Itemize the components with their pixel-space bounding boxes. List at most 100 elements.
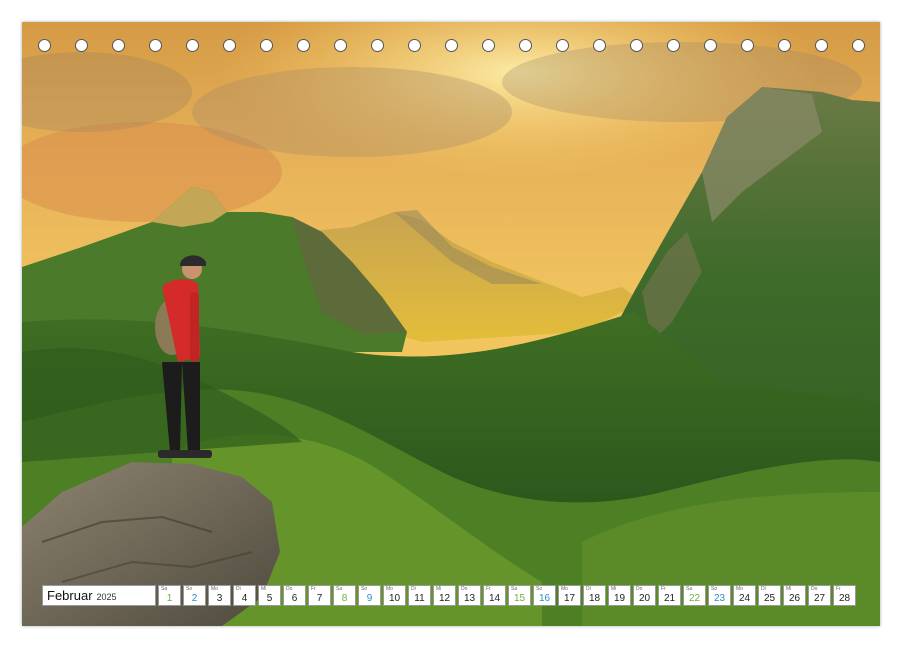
day-number: 2 bbox=[191, 593, 198, 604]
day-number: 20 bbox=[638, 593, 651, 604]
day-number: 11 bbox=[414, 593, 425, 604]
weekday-label: Sa bbox=[511, 586, 518, 592]
day-cell: Do 6 bbox=[283, 585, 306, 606]
day-cell: Mi 12 bbox=[433, 585, 456, 606]
binding-hole bbox=[519, 39, 532, 52]
weekday-label: Do bbox=[636, 586, 643, 592]
weekday-label: So bbox=[711, 586, 718, 592]
day-number: 27 bbox=[813, 593, 826, 604]
weekday-label: Do bbox=[811, 586, 818, 592]
binding-hole bbox=[778, 39, 791, 52]
weekday-label: Mo bbox=[736, 586, 743, 592]
day-cell: Fr 14 bbox=[483, 585, 506, 606]
weekday-label: Do bbox=[461, 586, 468, 592]
binding-holes bbox=[22, 22, 880, 72]
day-number: 16 bbox=[538, 593, 551, 604]
day-number: 18 bbox=[588, 593, 601, 604]
binding-hole bbox=[593, 39, 606, 52]
binding-hole bbox=[704, 39, 717, 52]
binding-hole bbox=[334, 39, 347, 52]
day-cells: Sa 1 So 2 Mo 3 Di 4 Mi 5 Do 6 Fr 7 Sa 8 So 9 Mo 10 Di 11 Mi 12 D… bbox=[158, 585, 858, 606]
binding-hole bbox=[260, 39, 273, 52]
day-cell: Do 13 bbox=[458, 585, 481, 606]
day-number: 14 bbox=[488, 593, 501, 604]
day-number: 15 bbox=[513, 593, 526, 604]
day-number: 13 bbox=[463, 593, 476, 604]
day-cell: Di 4 bbox=[233, 585, 256, 606]
binding-hole bbox=[371, 39, 384, 52]
day-cell: So 2 bbox=[183, 585, 206, 606]
weekday-label: Do bbox=[286, 586, 293, 592]
binding-hole bbox=[186, 39, 199, 52]
day-cell: So 16 bbox=[533, 585, 556, 606]
day-cell: Fr 7 bbox=[308, 585, 331, 606]
binding-hole bbox=[223, 39, 236, 52]
landscape-photo bbox=[22, 22, 880, 626]
month-year: 2025 bbox=[96, 591, 117, 602]
weekday-label: Fr bbox=[486, 586, 491, 592]
weekday-label: Fr bbox=[836, 586, 841, 592]
binding-hole bbox=[149, 39, 162, 52]
day-number: 1 bbox=[166, 593, 173, 604]
binding-hole bbox=[741, 39, 754, 52]
day-number: 4 bbox=[241, 593, 248, 604]
day-number: 23 bbox=[713, 593, 726, 604]
binding-hole bbox=[297, 39, 310, 52]
day-number: 12 bbox=[438, 593, 451, 604]
day-number: 26 bbox=[788, 593, 801, 604]
weekday-label: Fr bbox=[311, 586, 316, 592]
day-number: 25 bbox=[763, 593, 776, 604]
day-number: 22 bbox=[688, 593, 701, 604]
day-number: 28 bbox=[838, 593, 851, 604]
day-number: 3 bbox=[216, 593, 223, 604]
day-cell: Sa 15 bbox=[508, 585, 531, 606]
day-cell: Di 18 bbox=[583, 585, 606, 606]
binding-hole bbox=[38, 39, 51, 52]
day-number: 10 bbox=[388, 593, 401, 604]
binding-hole bbox=[630, 39, 643, 52]
day-number: 5 bbox=[266, 593, 273, 604]
day-cell: So 9 bbox=[358, 585, 381, 606]
day-cell: Mi 26 bbox=[783, 585, 806, 606]
day-cell: Sa 8 bbox=[333, 585, 356, 606]
day-cell: Fr 21 bbox=[658, 585, 681, 606]
day-cell: Mo 17 bbox=[558, 585, 581, 606]
day-cell: Mo 24 bbox=[733, 585, 756, 606]
weekday-label: Mi bbox=[436, 586, 442, 592]
calendar-strip: Februar 2025 Sa 1 So 2 Mo 3 Di 4 Mi 5 Do 6 Fr 7 Sa 8 So 9… bbox=[42, 585, 858, 606]
day-number: 21 bbox=[663, 593, 676, 604]
binding-hole bbox=[445, 39, 458, 52]
binding-hole bbox=[667, 39, 680, 52]
binding-hole bbox=[408, 39, 421, 52]
day-number: 6 bbox=[291, 593, 298, 604]
day-cell: Di 11 bbox=[408, 585, 431, 606]
weekday-label: Di bbox=[586, 586, 591, 592]
binding-hole bbox=[852, 39, 865, 52]
day-cell: Mi 5 bbox=[258, 585, 281, 606]
binding-hole bbox=[482, 39, 495, 52]
weekday-label: Mo bbox=[561, 586, 568, 592]
binding-hole bbox=[112, 39, 125, 52]
binding-hole bbox=[556, 39, 569, 52]
month-label-box: Februar 2025 bbox=[42, 585, 156, 606]
day-cell: Fr 28 bbox=[833, 585, 856, 606]
day-cell: Sa 22 bbox=[683, 585, 706, 606]
weekday-label: Mi bbox=[261, 586, 267, 592]
day-number: 9 bbox=[366, 593, 373, 604]
day-number: 19 bbox=[613, 593, 626, 604]
day-cell: Do 20 bbox=[633, 585, 656, 606]
day-cell: Di 25 bbox=[758, 585, 781, 606]
weekday-label: Sa bbox=[686, 586, 693, 592]
weekday-label: Di bbox=[411, 586, 416, 592]
binding-hole bbox=[75, 39, 88, 52]
weekday-label: Di bbox=[761, 586, 766, 592]
weekday-label: So bbox=[361, 586, 368, 592]
day-cell: Mo 3 bbox=[208, 585, 231, 606]
weekday-label: Di bbox=[236, 586, 241, 592]
binding-hole bbox=[815, 39, 828, 52]
day-number: 24 bbox=[738, 593, 751, 604]
day-number: 8 bbox=[341, 593, 348, 604]
weekday-label: Mi bbox=[786, 586, 792, 592]
weekday-label: Mo bbox=[386, 586, 393, 592]
weekday-label: Sa bbox=[336, 586, 343, 592]
